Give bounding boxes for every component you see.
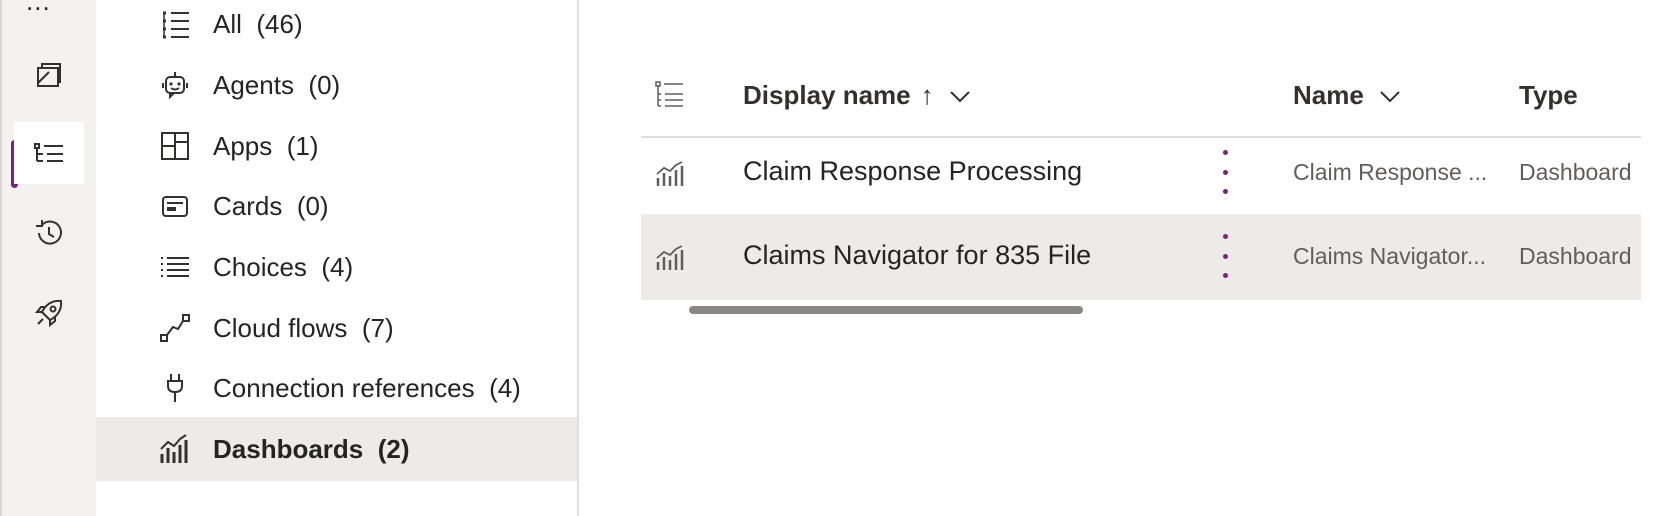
nav-item-all[interactable]: All (46): [96, 0, 577, 56]
rail-item-deploy[interactable]: [14, 282, 84, 344]
nav-item-cards[interactable]: Cards (0): [96, 174, 577, 238]
bot-icon: [158, 68, 192, 102]
dashboard-window-icon: [37, 63, 61, 87]
history-icon: [36, 220, 62, 245]
chevron-down-icon: [949, 90, 970, 102]
nav-count: (0): [308, 69, 341, 100]
nav-item-apps[interactable]: Apps (1): [96, 114, 577, 178]
rail-item-objects[interactable]: [14, 122, 84, 184]
nav-label: Connection references: [213, 372, 475, 403]
nav-count: (7): [361, 312, 394, 343]
rail-edge: [0, 0, 2, 516]
nav-count: (46): [256, 8, 303, 39]
nav-count: (4): [489, 372, 521, 403]
grid-header: Display name ↑ Name Type: [641, 60, 1641, 138]
column-header-type[interactable]: Type: [1519, 80, 1578, 111]
nav-item-choices[interactable]: Choices (4): [96, 235, 577, 299]
row-display-name[interactable]: Claims Navigator for 835 File: [743, 240, 1091, 271]
nav-count: (0): [296, 190, 329, 221]
apps-grid-icon: [158, 129, 192, 163]
nav-label: Agents: [213, 69, 294, 100]
app-rail: ...: [0, 0, 96, 516]
nav-item-connection-references[interactable]: Connection references (4): [96, 356, 577, 420]
nav-item-agents[interactable]: Agents (0): [96, 53, 577, 117]
dashboard-chart-icon: [158, 432, 192, 466]
nav-label: Apps: [213, 130, 273, 161]
rail-item-dashboard[interactable]: [14, 44, 84, 106]
row-name: Claim Response ...: [1293, 159, 1488, 185]
column-header-display-name[interactable]: Display name ↑: [743, 80, 972, 111]
more-actions-button[interactable]: [1215, 150, 1235, 194]
row-display-name[interactable]: Claim Response Processing: [743, 156, 1082, 187]
row-name: Claims Navigator...: [1293, 243, 1487, 269]
horizontal-scrollbar[interactable]: [689, 306, 1083, 314]
row-type: Dashboard: [1519, 243, 1632, 269]
table-row[interactable]: Claim Response Processing Claim Response…: [641, 130, 1641, 216]
rail-item-history[interactable]: [14, 202, 84, 264]
objects-nav: All (46) Agents (0) Apps (1) Cards (0) C…: [96, 0, 579, 516]
rocket-icon: [34, 299, 63, 328]
column-label: Display name: [743, 80, 911, 110]
nav-item-cloud-flows[interactable]: Cloud flows (7): [96, 296, 577, 360]
nav-label: Cloud flows: [213, 312, 348, 343]
column-label: Name: [1293, 80, 1364, 110]
list-icon: [158, 7, 192, 41]
table-row[interactable]: Claims Navigator for 835 File Claims Nav…: [641, 214, 1641, 300]
main-content: Display name ↑ Name Type Claim Response …: [579, 0, 1662, 516]
column-header-name[interactable]: Name: [1293, 80, 1402, 111]
nav-count: (4): [321, 251, 354, 282]
column-label: Type: [1519, 80, 1578, 110]
nav-item-dashboards[interactable]: Dashboards (2): [96, 417, 577, 481]
chevron-down-icon: [1380, 90, 1400, 102]
more-actions-button[interactable]: [1215, 234, 1235, 278]
more-icon[interactable]: ...: [26, 0, 51, 17]
nav-label: Choices: [213, 251, 307, 282]
nav-count: (1): [286, 130, 319, 161]
row-type: Dashboard: [1519, 159, 1632, 185]
nav-label: Dashboards: [213, 433, 364, 464]
card-icon: [158, 189, 192, 223]
flow-icon: [158, 311, 192, 345]
nav-label: All: [213, 8, 242, 39]
plug-icon: [158, 371, 192, 405]
sort-ascending-icon: ↑: [920, 80, 934, 110]
dashboard-chart-icon: [656, 245, 684, 270]
nav-label: Cards: [213, 190, 283, 221]
choices-list-icon: [158, 250, 192, 284]
list-tree-icon: [34, 143, 63, 162]
select-all-list-icon[interactable]: [653, 78, 687, 112]
nav-count: (2): [377, 433, 410, 464]
dashboard-chart-icon: [656, 161, 684, 186]
